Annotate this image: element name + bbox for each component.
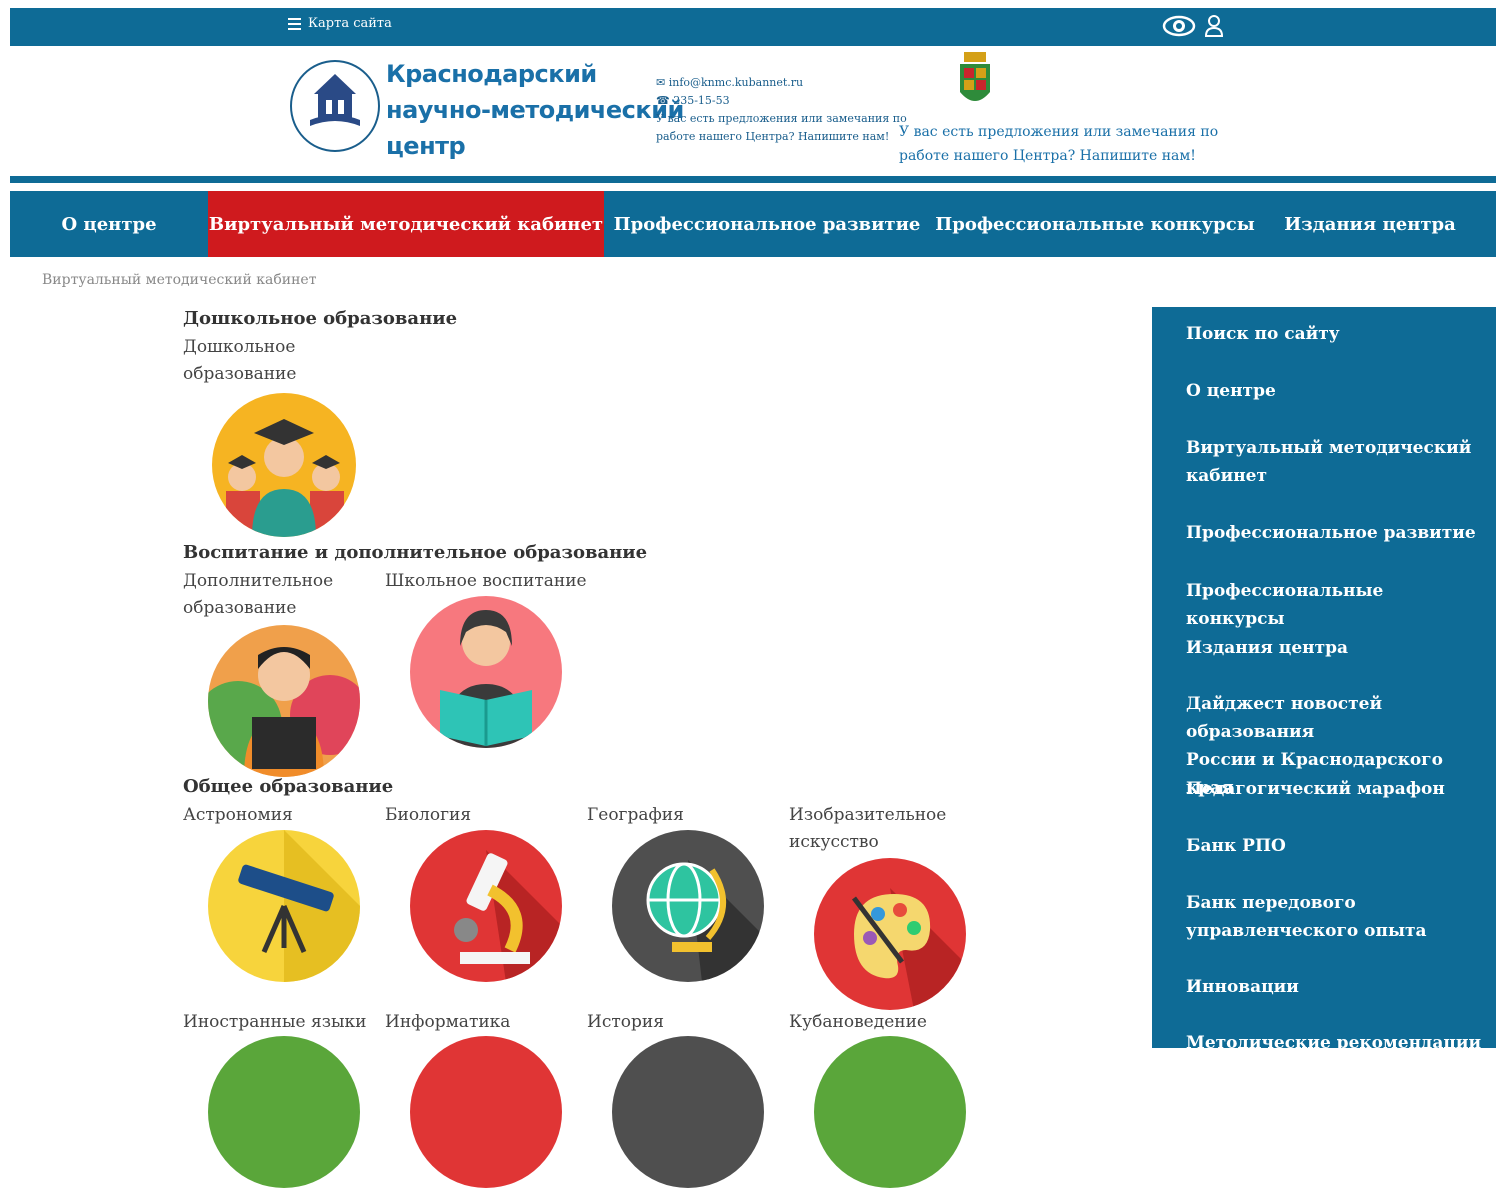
sidebar-menu: Поиск по сайту О центре Виртуальный мето… — [1152, 307, 1496, 1053]
tile-label-astronomy[interactable]: Астрономия — [183, 802, 293, 829]
site-header: Краснодарский научно-методический центр … — [10, 46, 1496, 176]
tile-label-history[interactable]: История — [587, 1009, 664, 1036]
reading-student-icon — [208, 647, 360, 777]
globe-icon — [646, 860, 764, 982]
logo-emblem[interactable] — [290, 60, 380, 152]
microscope-icon — [454, 850, 562, 982]
nav-item-prof-contests[interactable]: Профессиональные конкурсы — [930, 191, 1260, 257]
tile-kuban-studies[interactable] — [814, 1036, 966, 1188]
tile-label-geography[interactable]: География — [587, 802, 684, 829]
tile-school-upbringing[interactable] — [410, 596, 562, 748]
tile-astronomy[interactable] — [208, 830, 360, 982]
nav-item-about[interactable]: О центре — [10, 191, 208, 257]
sidebar-item-search[interactable]: Поиск по сайту — [1186, 320, 1486, 348]
sitemap-label: Карта сайта — [308, 16, 392, 31]
tile-biology[interactable] — [410, 830, 562, 982]
eye-icon[interactable] — [1162, 15, 1196, 37]
nav-item-virtual-cabinet[interactable]: Виртуальный методический кабинет — [208, 191, 604, 257]
sidebar-item-prof-development[interactable]: Профессиональное развитие — [1186, 519, 1486, 547]
tile-label-extra-education[interactable]: Дополнительное образование — [183, 568, 333, 622]
city-crest-icon — [960, 52, 990, 101]
feedback-prompt[interactable]: У вас есть предложения или замечания по … — [899, 120, 1219, 168]
tile-informatics[interactable] — [410, 1036, 562, 1188]
sidebar-item-management-experience[interactable]: Банк передового управленческого опыта — [1186, 889, 1486, 945]
section-title-upbringing: Воспитание и дополнительное образование — [183, 542, 648, 563]
section-title-preschool: Дошкольное образование — [183, 308, 458, 329]
tile-history[interactable] — [612, 1036, 764, 1188]
sidebar-item-method-recommendations[interactable]: Методические рекомендации — [1186, 1029, 1486, 1057]
tile-label-foreign-languages[interactable]: Иностранные языки — [183, 1009, 366, 1036]
tile-label-informatics[interactable]: Информатика — [385, 1009, 510, 1036]
phone-number: 235-15-53 — [673, 94, 730, 107]
reading-girl-icon — [440, 610, 532, 748]
sidebar-item-publications[interactable]: Издания центра — [1186, 634, 1486, 662]
small-note[interactable]: У вас есть предложения или замечания по … — [656, 110, 907, 146]
sidebar-item-virtual-cabinet[interactable]: Виртуальный методический кабинет — [1186, 434, 1486, 490]
tile-extra-education[interactable] — [208, 625, 360, 777]
top-bar: Карта сайта — [10, 8, 1496, 46]
breadcrumb[interactable]: Виртуальный методический кабинет — [42, 272, 316, 288]
contacts-block: ✉ info@knmc.kubannet.ru ☎ 235-15-53 У ва… — [656, 74, 907, 146]
tile-label-kuban-studies[interactable]: Кубановедение — [789, 1009, 927, 1036]
tile-label-school-upbringing[interactable]: Школьное воспитание — [385, 568, 587, 595]
tile-label-biology[interactable]: Биология — [385, 802, 471, 829]
sidebar-item-innovations[interactable]: Инновации — [1186, 973, 1486, 1001]
tile-geography[interactable] — [612, 830, 764, 982]
tile-label-preschool[interactable]: Дошкольное образование — [183, 334, 296, 388]
telescope-icon — [238, 830, 360, 982]
graduates-icon — [226, 419, 344, 537]
logo-line: научно-методический — [386, 96, 684, 124]
sidebar-item-pedagogical-marathon[interactable]: Педагогический марафон — [1186, 775, 1486, 803]
sidebar-item-about[interactable]: О центре — [1186, 377, 1486, 405]
tile-preschool[interactable] — [212, 393, 356, 537]
nav-item-publications[interactable]: Издания центра — [1260, 191, 1480, 257]
nav-item-prof-development[interactable]: Профессиональное развитие — [604, 191, 930, 257]
sitemap-link[interactable]: Карта сайта — [288, 16, 392, 31]
sidebar-item-rpo-bank[interactable]: Банк РПО — [1186, 832, 1486, 860]
email-link[interactable]: info@knmc.kubannet.ru — [669, 76, 803, 89]
tile-fine-arts[interactable] — [814, 858, 966, 1010]
logo-line: Краснодарский — [386, 60, 597, 88]
menu-icon — [288, 17, 301, 30]
mail-icon: ✉ — [656, 76, 669, 89]
sidebar-item-prof-contests[interactable]: Профессиональные конкурсы — [1186, 577, 1486, 633]
header-divider — [10, 176, 1496, 183]
palette-icon — [852, 888, 966, 1010]
tile-foreign-languages[interactable] — [208, 1036, 360, 1188]
phone-icon: ☎ — [656, 94, 674, 107]
main-nav: О центре Виртуальный методический кабине… — [10, 191, 1496, 257]
logo-title[interactable]: Краснодарский научно-методический центр — [386, 56, 684, 164]
section-title-general: Общее образование — [183, 776, 394, 797]
user-icon[interactable] — [1204, 14, 1224, 38]
tile-label-fine-arts[interactable]: Изобразительное искусство — [789, 802, 946, 856]
logo-line: центр — [386, 132, 466, 160]
